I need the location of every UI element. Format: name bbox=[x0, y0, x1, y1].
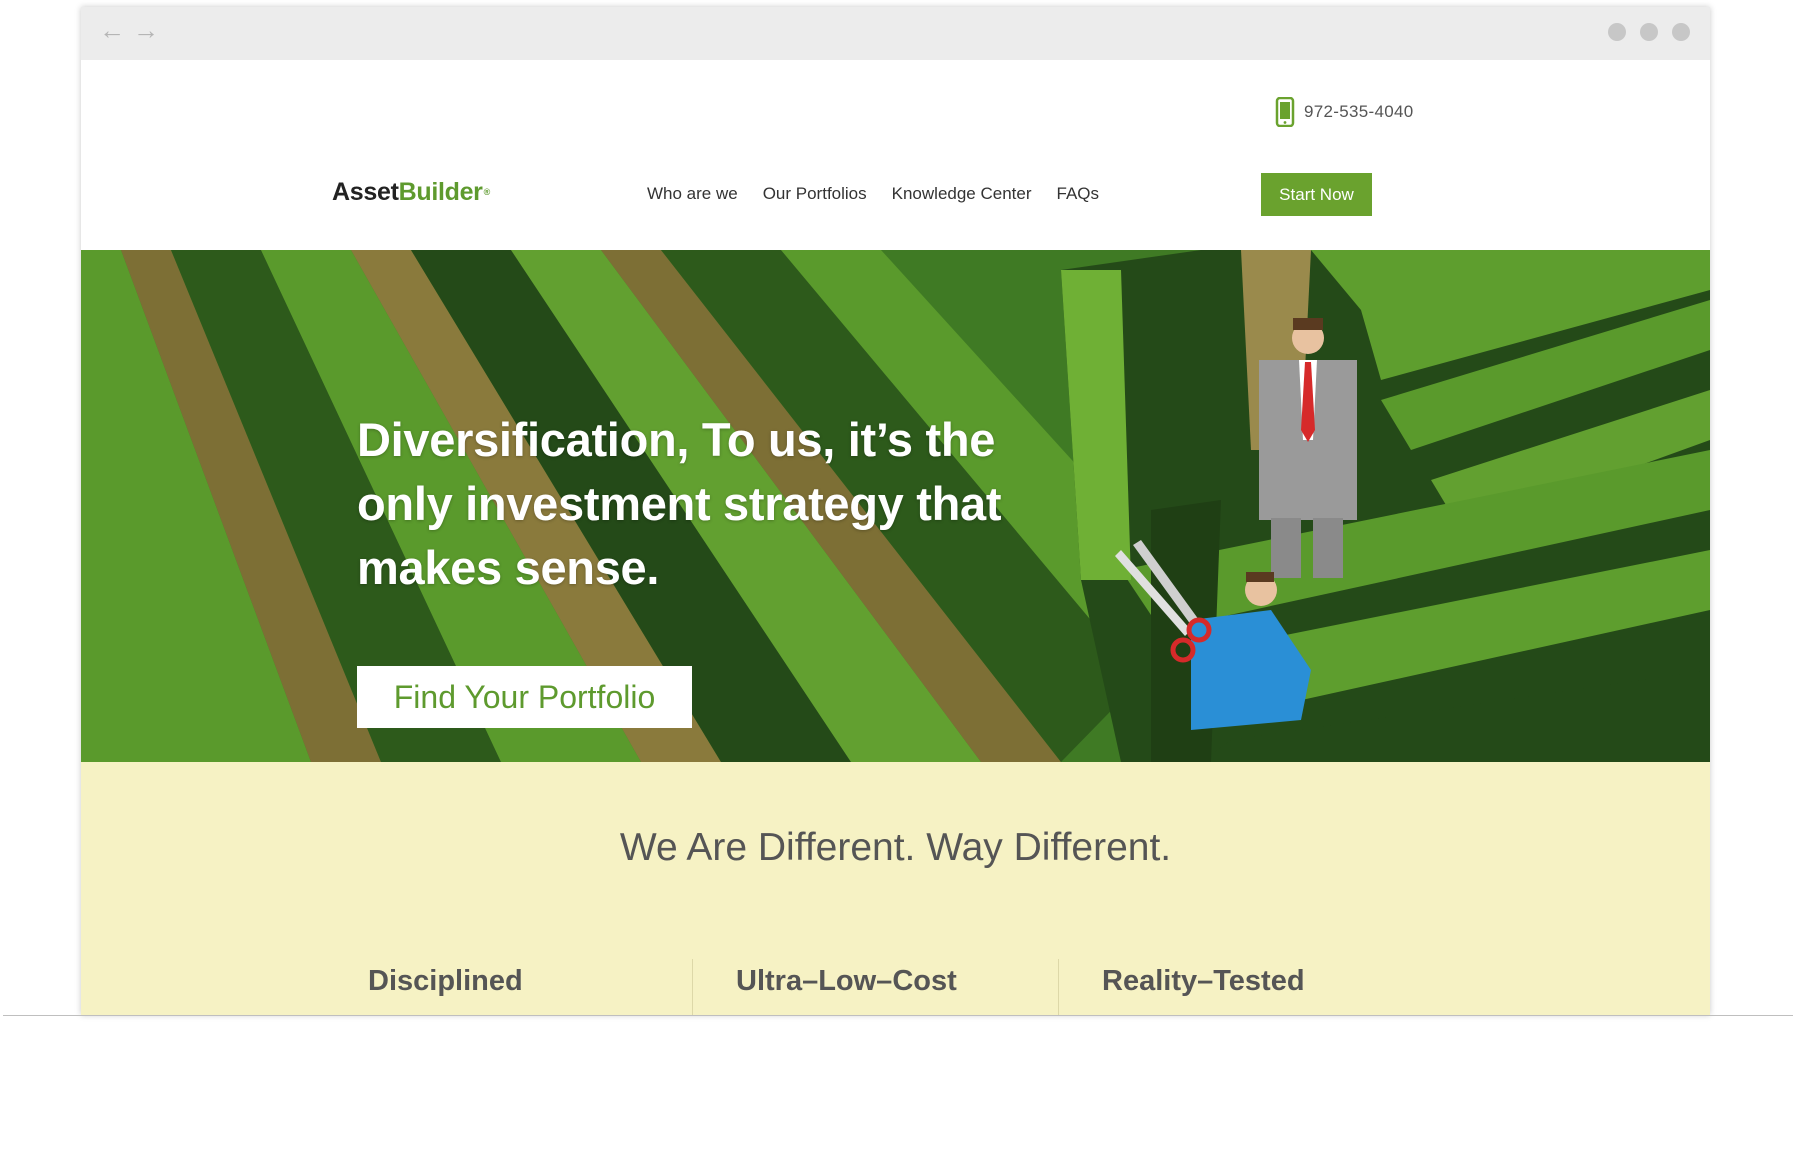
start-now-button[interactable]: Start Now bbox=[1261, 173, 1372, 216]
nav-link-knowledge-center[interactable]: Knowledge Center bbox=[892, 184, 1032, 204]
window-dot-icon[interactable] bbox=[1672, 23, 1690, 41]
asset-builder-logo[interactable]: AssetBuilder® bbox=[332, 177, 490, 207]
divider bbox=[692, 959, 693, 1015]
divider bbox=[1058, 959, 1059, 1015]
hero-banner: Diversification, To us, it’s the only in… bbox=[81, 250, 1710, 762]
browser-window: ← → 972-535-4040 AssetBuilder® Who are w… bbox=[81, 7, 1710, 1015]
window-dot-icon[interactable] bbox=[1608, 23, 1626, 41]
section-heading: We Are Different. Way Different. bbox=[619, 826, 1172, 869]
web-page: 972-535-4040 AssetBuilder® Who are we Ou… bbox=[81, 60, 1710, 1015]
feature-reality-tested: Reality–Tested bbox=[1102, 965, 1305, 997]
browser-toolbar: ← → bbox=[81, 7, 1710, 60]
logo-text-builder: Builder bbox=[398, 178, 483, 206]
hero-headline: Diversification, To us, it’s the only in… bbox=[357, 413, 1002, 594]
logo-text-asset: Asset bbox=[332, 178, 399, 206]
nav-link-our-portfolios[interactable]: Our Portfolios bbox=[763, 184, 867, 204]
arrow-right-icon[interactable]: → bbox=[133, 15, 159, 45]
find-your-portfolio-button[interactable]: Find Your Portfolio bbox=[357, 666, 692, 728]
phone-number: 972-535-4040 bbox=[1304, 102, 1414, 121]
main-nav: Who are we Our Portfolios Knowledge Cent… bbox=[647, 184, 1124, 204]
window-dot-icon[interactable] bbox=[1640, 23, 1658, 41]
arrow-left-icon[interactable]: ← bbox=[99, 15, 125, 45]
different-section: We Are Different. Way Different. Discipl… bbox=[81, 762, 1710, 1015]
feature-disciplined: Disciplined bbox=[368, 965, 523, 997]
feature-ultra-low-cost: Ultra–Low–Cost bbox=[736, 965, 957, 997]
nav-link-who-are-we[interactable]: Who are we bbox=[647, 184, 738, 204]
logo-trademark: ® bbox=[483, 187, 491, 197]
phone-contact[interactable]: 972-535-4040 bbox=[1275, 96, 1413, 128]
nav-link-faqs[interactable]: FAQs bbox=[1057, 184, 1100, 204]
divider bbox=[3, 1015, 1793, 1016]
mobile-phone-icon bbox=[1275, 97, 1295, 127]
